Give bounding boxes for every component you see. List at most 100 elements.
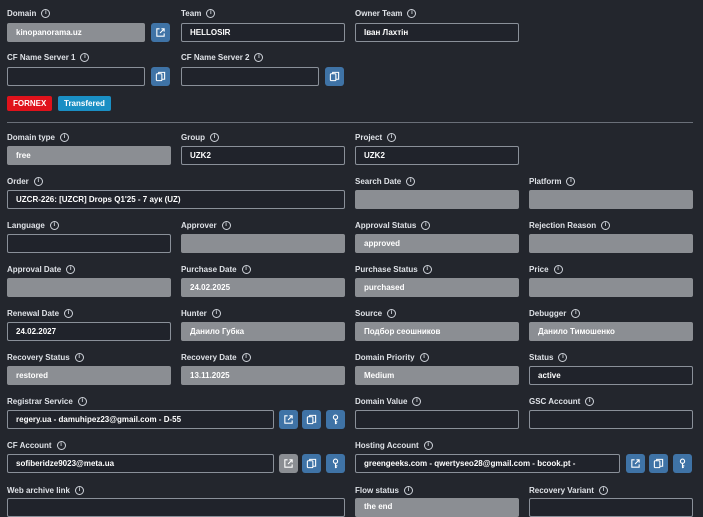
open-cf-account-button[interactable] [279,454,298,473]
order-field[interactable]: UZCR-226: [UZCR] Drops Q1'25 - 7 аук (UZ… [7,190,345,209]
domain-label: Domain i [7,7,51,19]
recovery-variant-field[interactable] [529,498,693,517]
source-field[interactable]: Подбор сеошников [355,322,519,341]
copy-ns2-button[interactable] [325,67,344,86]
info-icon: i [221,220,231,230]
info-icon: i [601,220,611,230]
debugger-field[interactable]: Данило Тимошенко [529,322,693,341]
info-icon: i [387,308,397,318]
status-label: Status i [529,351,568,363]
platform-label: Platform i [529,175,576,187]
approval-status-label: Approval Status i [355,219,431,231]
hunter-field[interactable]: Данило Губка [181,322,345,341]
open-hosting-button[interactable] [626,454,645,473]
section-divider [7,122,693,123]
approval-status-field[interactable]: approved [355,234,519,253]
open-domain-button[interactable] [151,23,170,42]
info-icon: i [210,132,219,142]
domain-type-field[interactable]: free [7,146,171,165]
info-icon: i [56,440,66,450]
info-icon: i [241,352,251,362]
purchase-status-field[interactable]: purchased [355,278,519,297]
team-label: Team i [181,7,216,19]
info-icon: i [206,8,216,18]
copy-cf-account-button[interactable] [302,454,321,473]
info-icon: i [211,308,221,318]
purchase-date-field[interactable]: 24.02.2025 [181,278,345,297]
cf-account-credentials-button[interactable] [326,454,345,473]
copy-icon [329,71,340,82]
cf-account-label: CF Account i [7,439,66,451]
recovery-date-label: Recovery Date i [181,351,251,363]
info-icon: i [64,308,74,318]
price-field[interactable] [529,278,693,297]
hosting-credentials-button[interactable] [673,454,692,473]
domain-field[interactable]: kinopanorama.uz [7,23,145,42]
approval-date-field[interactable] [7,278,171,297]
renewal-date-field[interactable]: 24.02.2027 [7,322,171,341]
approver-label: Approver i [181,219,231,231]
copy-icon [155,71,166,82]
copy-hosting-button[interactable] [649,454,668,473]
hosting-account-label: Hosting Account i [355,439,433,451]
recovery-status-label: Recovery Status i [7,351,84,363]
info-icon: i [33,176,43,186]
info-icon: i [75,485,84,495]
team-field[interactable]: HELLOSIR [181,23,345,42]
gsc-account-field[interactable] [529,410,693,429]
copy-ns1-button[interactable] [151,67,170,86]
info-icon: i [406,176,416,186]
info-icon: i [598,485,608,495]
info-icon: i [77,396,87,406]
info-icon: i [80,52,90,62]
registrar-service-field[interactable]: regery.ua - damuhipez23@gmail.com - D-55 [7,410,274,429]
cf-account-field[interactable]: sofiberidze9023@meta.ua [7,454,274,473]
cf-ns2-label: CF Name Server 2i [181,51,264,63]
owner-team-label: Owner Team i [355,7,417,19]
info-icon: i [412,396,422,406]
project-field[interactable]: UZK2 [355,146,519,165]
info-icon: i [419,352,429,362]
approver-field[interactable] [181,234,345,253]
flow-status-label: Flow status i [355,484,414,496]
key-icon [332,458,339,469]
cf-ns2-field[interactable] [181,67,319,86]
platform-field[interactable] [529,190,693,209]
rejection-reason-label: Rejection Reason i [529,219,611,231]
info-icon: i [74,352,84,362]
open-registrar-button[interactable] [279,410,298,429]
copy-registrar-button[interactable] [302,410,321,429]
hosting-account-field[interactable]: greengeeks.com - qwertyseo28@gmail.com -… [355,454,620,473]
flow-status-field[interactable]: the end [355,498,519,517]
info-icon: i [66,264,76,274]
rejection-reason-field[interactable] [529,234,693,253]
recovery-variant-label: Recovery Variant i [529,484,608,496]
domain-value-field[interactable] [355,410,519,429]
purchase-date-label: Purchase Date i [181,263,251,275]
gsc-account-label: GSC Account i [529,395,595,407]
renewal-date-label: Renewal Date i [7,307,74,319]
external-link-icon [284,459,293,468]
info-icon: i [241,264,251,274]
copy-icon [653,458,664,469]
web-archive-field[interactable] [7,498,345,517]
owner-team-field[interactable]: Іван Лахтін [355,23,519,42]
domain-value-label: Domain Value i [355,395,422,407]
recovery-status-field[interactable]: restored [7,366,171,385]
cf-ns1-field[interactable] [7,67,145,86]
info-icon: i [387,132,397,142]
external-link-icon [156,28,165,37]
registrar-credentials-button[interactable] [326,410,345,429]
group-field[interactable]: UZK2 [181,146,345,165]
language-field[interactable] [7,234,171,253]
info-icon: i [566,176,576,186]
domain-type-label: Domain type i [7,131,70,143]
search-date-field[interactable] [355,190,519,209]
domain-priority-field[interactable]: Medium [355,366,519,385]
group-label: Group i [181,131,219,143]
status-field[interactable]: active [529,366,693,385]
purchase-status-label: Purchase Status i [355,263,432,275]
info-icon: i [254,52,264,62]
recovery-date-field[interactable]: 13.11.2025 [181,366,345,385]
info-icon: i [423,440,433,450]
